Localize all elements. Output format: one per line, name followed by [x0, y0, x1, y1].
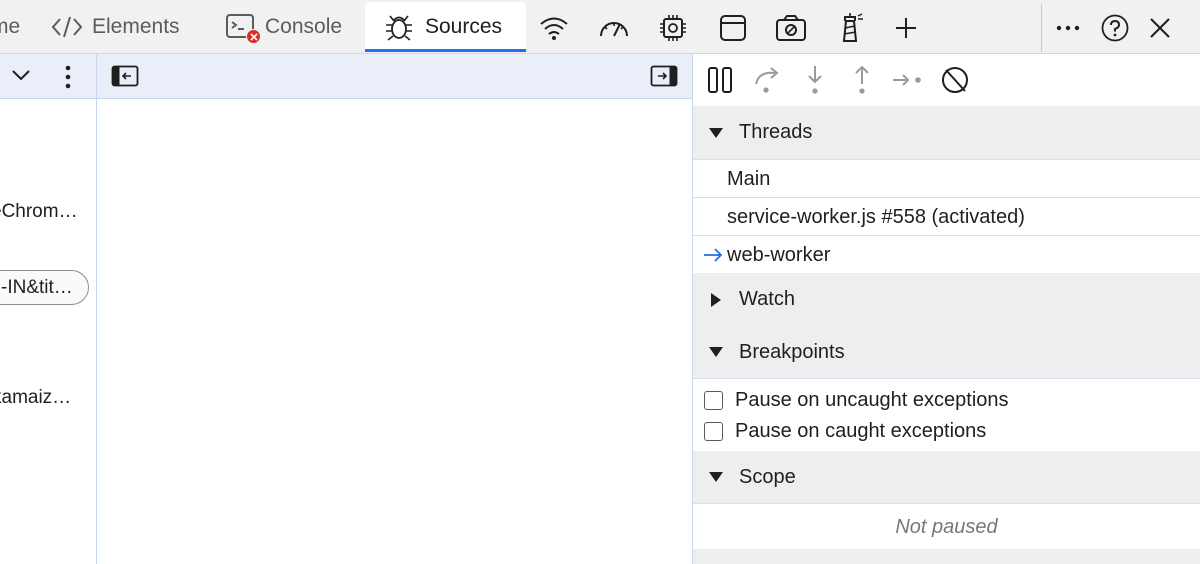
- step-button[interactable]: [890, 62, 926, 98]
- network-tab-button[interactable]: [534, 8, 574, 48]
- add-icon: [896, 18, 916, 38]
- toolbar-divider: [1041, 4, 1042, 52]
- toggle-debugger-button[interactable]: [650, 65, 678, 92]
- tab-sources-label: Sources: [425, 15, 503, 38]
- deactivate-breakpoints-button[interactable]: [937, 62, 973, 98]
- breakpoints-section-header[interactable]: Breakpoints: [693, 326, 1200, 379]
- step-over-button[interactable]: [749, 62, 785, 98]
- code-icon: [52, 14, 82, 40]
- navigator-item[interactable]: kamaiz…: [0, 387, 71, 409]
- tab-console-label: Console: [265, 15, 343, 38]
- pause-uncaught-option[interactable]: Pause on uncaught exceptions: [693, 385, 1200, 415]
- close-icon: [1150, 18, 1170, 38]
- recorder-tab-button[interactable]: [771, 8, 811, 48]
- step-over-icon: [755, 67, 779, 93]
- bug-icon: [383, 12, 415, 42]
- pause-caught-option[interactable]: Pause on caught exceptions: [693, 416, 1200, 446]
- devtools-tab-bar: me Elements Console Sources: [0, 0, 1200, 54]
- close-devtools-button[interactable]: [1140, 8, 1180, 48]
- watch-title: Watch: [739, 288, 795, 310]
- current-thread-arrow-icon: [703, 248, 727, 262]
- help-button[interactable]: [1095, 8, 1135, 48]
- step-icon: [893, 74, 921, 86]
- collapse-left-sidebar-icon: [111, 65, 139, 87]
- error-badge-icon: [246, 29, 261, 44]
- more-icon: [1056, 25, 1080, 31]
- pause-uncaught-checkbox[interactable]: [704, 390, 723, 410]
- navigator-item-label: -IN&tit…: [1, 276, 73, 298]
- threads-title: Threads: [739, 121, 813, 143]
- step-into-icon: [808, 66, 822, 94]
- threads-section-header[interactable]: Threads: [693, 106, 1200, 160]
- step-into-button[interactable]: [797, 62, 833, 98]
- help-icon: [1101, 14, 1129, 42]
- pause-button[interactable]: [702, 62, 738, 98]
- application-tab-button[interactable]: [713, 8, 753, 48]
- thread-item[interactable]: service-worker.js #558 (activated): [693, 199, 1200, 236]
- triangle-down-icon: [693, 346, 739, 358]
- tab-sources[interactable]: Sources: [365, 2, 526, 52]
- console-icon: [225, 12, 261, 44]
- editor-header: [97, 54, 692, 99]
- wifi-icon: [540, 17, 568, 40]
- memory-tab-button[interactable]: [653, 8, 693, 48]
- toggle-navigator-button[interactable]: [111, 65, 139, 92]
- scope-section-header[interactable]: Scope: [693, 451, 1200, 504]
- lighthouse-icon: [842, 13, 863, 42]
- debugger-toolbar: [693, 54, 1200, 106]
- navigator-menu-icon[interactable]: [62, 64, 74, 95]
- thread-item[interactable]: Main: [693, 161, 1200, 198]
- customize-menu-button[interactable]: [1048, 8, 1088, 48]
- source-editor: [97, 54, 693, 564]
- triangle-down-icon: [693, 471, 739, 483]
- collapse-right-sidebar-icon: [650, 65, 678, 87]
- next-section-header: [693, 549, 1200, 564]
- memory-chip-icon: [660, 15, 686, 41]
- tab-truncated[interactable]: me: [0, 2, 20, 52]
- scope-status: Not paused: [895, 515, 998, 538]
- watch-section-header[interactable]: Watch: [693, 273, 1200, 326]
- debugger-sidebar: Threads Main service-worker.js #558 (act…: [693, 54, 1200, 564]
- thread-item-current[interactable]: web-worker: [693, 237, 1200, 273]
- chevron-down-icon[interactable]: [10, 68, 32, 87]
- breakpoints-title: Breakpoints: [739, 340, 845, 363]
- step-out-button[interactable]: [844, 62, 880, 98]
- pause-caught-checkbox[interactable]: [704, 421, 723, 441]
- lighthouse-tab-button[interactable]: [830, 8, 870, 48]
- navigator-item-selected[interactable]: -IN&tit…: [0, 270, 89, 305]
- triangle-down-icon: [693, 127, 739, 139]
- file-navigator: eChrom… -IN&tit… kamaiz…: [0, 54, 97, 564]
- deactivate-breakpoints-icon: [942, 67, 968, 93]
- triangle-right-icon: [693, 292, 739, 308]
- tab-elements[interactable]: Elements: [52, 2, 180, 52]
- active-tab-indicator: [365, 49, 526, 52]
- step-out-icon: [855, 65, 869, 94]
- more-tabs-button[interactable]: [886, 8, 926, 48]
- tab-console[interactable]: Console: [225, 2, 342, 52]
- recorder-icon: [776, 15, 806, 41]
- scope-title: Scope: [739, 465, 796, 488]
- performance-gauge-icon: [600, 22, 628, 37]
- performance-tab-button[interactable]: [594, 8, 634, 48]
- tab-elements-label: Elements: [92, 15, 180, 38]
- navigator-header: [0, 54, 96, 99]
- pause-icon: [708, 67, 732, 93]
- navigator-item[interactable]: eChrom…: [0, 201, 78, 223]
- application-window-icon: [720, 15, 746, 41]
